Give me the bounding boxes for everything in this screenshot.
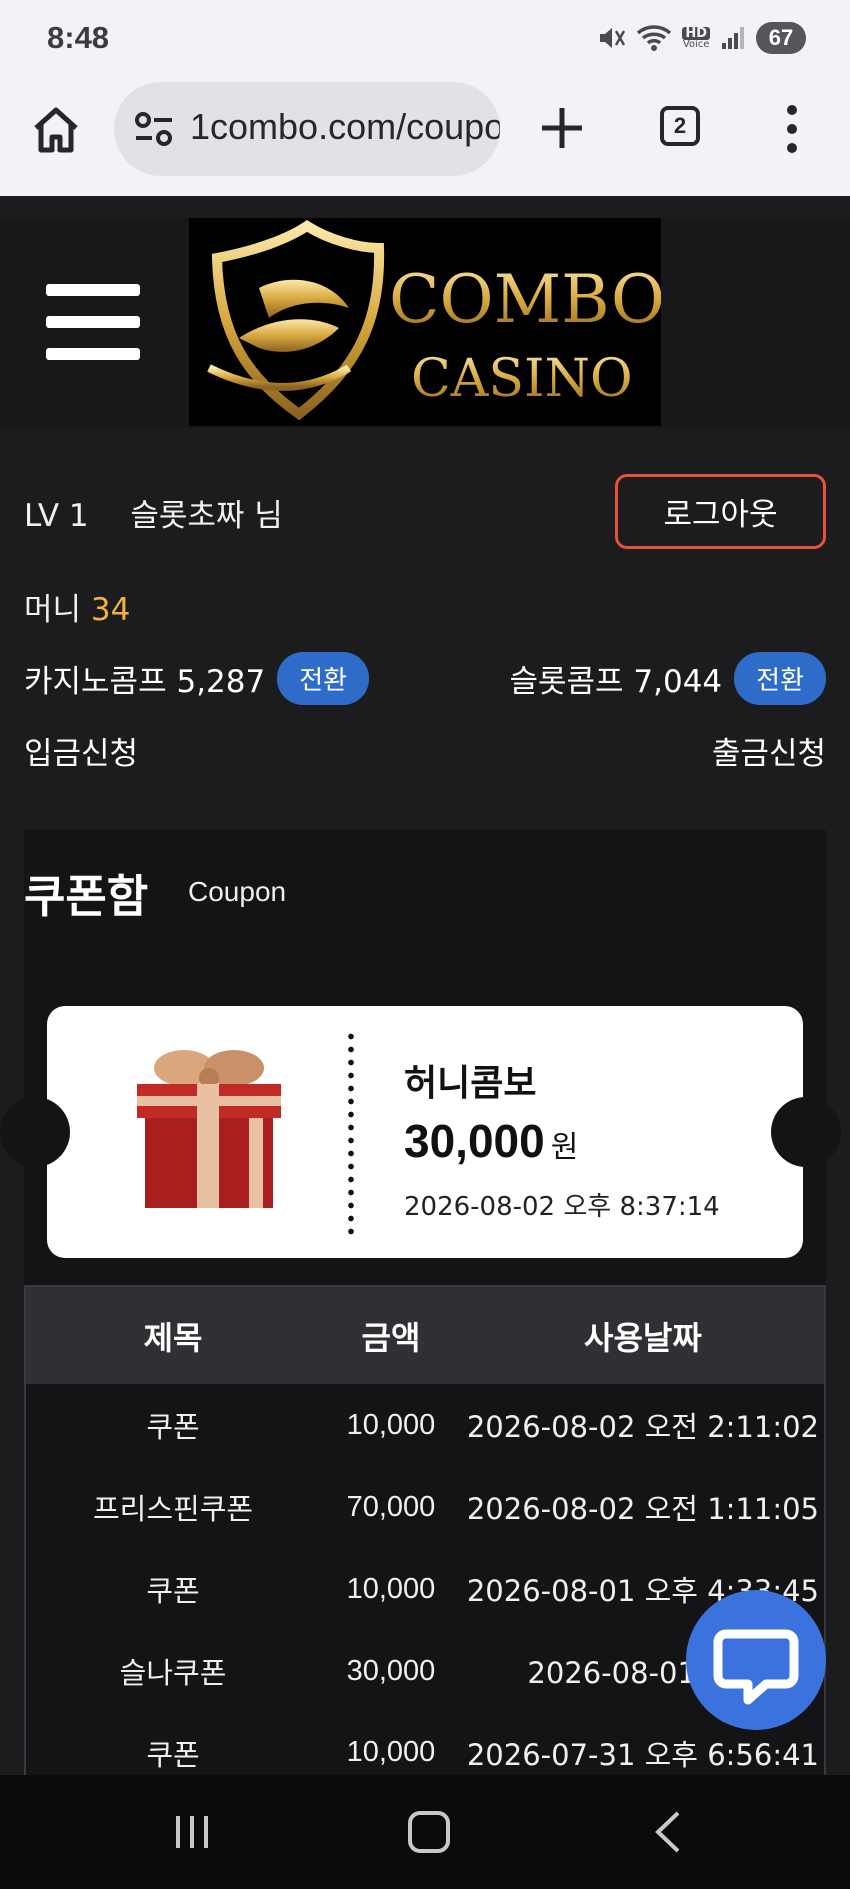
gift-box-icon	[137, 1050, 281, 1208]
hd-label: HD	[682, 26, 710, 40]
ticket-amount-unit: 원	[550, 1130, 579, 1165]
coupon-title: 쿠폰함	[24, 870, 149, 923]
casino-comp: 카지노콤프 5,287 전환	[24, 652, 370, 705]
ticket-notch-left	[0, 1097, 70, 1167]
row-title: 쿠폰	[146, 1574, 200, 1608]
system-nav-bar	[0, 1775, 850, 1889]
ticket-date: 2026-08-02 오후 8:37:14	[404, 1192, 720, 1222]
ticket-notch-right	[771, 1097, 841, 1167]
user-name: 슬롯초짜 님	[130, 498, 283, 534]
row-title: 쿠폰	[146, 1410, 200, 1444]
live-chat-button[interactable]	[686, 1590, 826, 1730]
logo-text-casino: CASINO	[411, 349, 633, 409]
row-date: 2026-08-02 오전 2:11:02	[466, 1410, 819, 1444]
coupon-subtitle: Coupon	[188, 876, 287, 907]
casino-comp-label: 카지노콤프	[24, 664, 167, 700]
row-date: 2026-08-02 오전 1:11:05	[466, 1492, 819, 1526]
ticket-amount-value: 30,000	[404, 1115, 545, 1167]
row-title: 프리스핀쿠폰	[92, 1492, 254, 1526]
column-header-date: 사용날짜	[461, 1286, 825, 1384]
signal-icon	[722, 27, 744, 49]
row-amount: 10,000	[346, 1408, 436, 1441]
table-header-row: 제목 금액 사용날짜	[25, 1286, 825, 1384]
row-amount: 30,000	[346, 1654, 436, 1687]
hd-voice-icon: HD Voice	[682, 26, 710, 50]
home-icon[interactable]	[30, 104, 82, 156]
site-settings-icon[interactable]	[134, 110, 174, 148]
url-text[interactable]: 1combo.com/coupon	[190, 106, 500, 148]
tab-switcher-button[interactable]: 2	[660, 106, 700, 146]
ticket-amount: 30,000 원	[404, 1114, 578, 1168]
back-icon[interactable]	[652, 1809, 682, 1855]
status-bar: 8:48 HD Voice 67	[0, 0, 850, 78]
mute-icon	[600, 28, 626, 48]
more-menu-icon[interactable]	[780, 104, 804, 154]
withdraw-request-link[interactable]: 출금신청	[712, 728, 826, 773]
status-icons: HD Voice 67	[596, 22, 806, 54]
status-time: 8:48	[47, 20, 110, 55]
user-level: LV 1	[24, 498, 89, 534]
table-row: 프리스핀쿠폰 70,000 2026-08-02 오전 1:11:05	[25, 1466, 825, 1548]
ticket-divider	[348, 1030, 354, 1236]
casino-comp-convert-button[interactable]: 전환	[277, 652, 370, 705]
deposit-request-link[interactable]: 입금신청	[24, 728, 138, 773]
site-header: COMBO CASINO	[0, 218, 850, 428]
voice-label: Voice	[682, 38, 710, 50]
money-line: 머니 34	[24, 584, 130, 629]
row-amount: 10,000	[346, 1572, 436, 1605]
logout-button[interactable]: 로그아웃	[615, 474, 826, 549]
browser-toolbar: 1combo.com/coupon 2	[0, 78, 850, 196]
row-amount: 70,000	[346, 1490, 436, 1523]
column-header-title: 제목	[25, 1286, 321, 1384]
coupon-ticket[interactable]: 허니콤보 30,000 원 2026-08-02 오후 8:37:14	[0, 1006, 841, 1258]
user-info: LV 1 슬롯초짜 님	[24, 490, 283, 535]
logo-text-combo: COMBO	[389, 261, 661, 338]
money-value: 34	[90, 592, 131, 628]
combo-casino-logo[interactable]: COMBO CASINO	[189, 218, 665, 426]
column-header-amount: 금액	[320, 1286, 462, 1384]
recent-apps-icon[interactable]	[172, 1812, 212, 1852]
ticket-name: 허니콤보	[404, 1063, 537, 1104]
hamburger-menu-icon[interactable]	[46, 284, 140, 360]
slot-comp-label: 슬롯콤프	[509, 664, 624, 700]
slot-comp: 슬롯콤프 7,044 전환	[509, 652, 826, 705]
new-tab-icon[interactable]	[538, 104, 586, 152]
chat-bubble-icon	[713, 1629, 799, 1705]
slot-comp-convert-button[interactable]: 전환	[734, 652, 826, 705]
slot-comp-value: 7,044	[633, 664, 723, 700]
table-row: 쿠폰 10,000 2026-08-02 오전 2:11:02	[25, 1384, 825, 1466]
address-bar[interactable]: 1combo.com/coupon	[114, 82, 500, 176]
money-label: 머니	[24, 592, 82, 628]
casino-comp-value: 5,287	[176, 664, 266, 700]
home-nav-icon[interactable]	[408, 1811, 450, 1853]
wifi-icon	[637, 25, 672, 51]
row-title: 슬나쿠폰	[119, 1656, 227, 1690]
battery-indicator: 67	[756, 22, 806, 54]
